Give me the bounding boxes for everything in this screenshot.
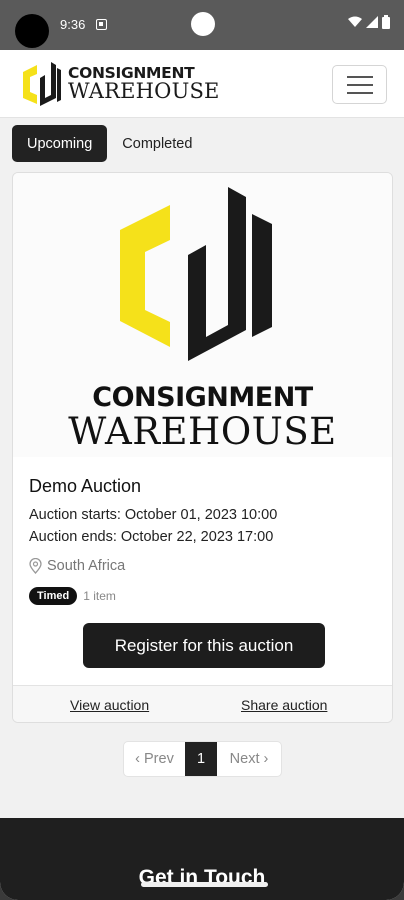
image-wordmark-line-1: CONSIGNMENT xyxy=(92,382,313,413)
app-screen: 9:36 CONSIGNMENT WAREHOUSE Upcoming Comp… xyxy=(0,0,404,900)
prev-page-button[interactable]: ‹ Prev xyxy=(124,742,185,776)
notification-icon xyxy=(96,19,107,30)
front-camera xyxy=(191,12,215,36)
register-button[interactable]: Register for this auction xyxy=(83,623,325,668)
auction-card: CONSIGNMENT WAREHOUSE Demo Auction Aucti… xyxy=(12,172,393,723)
auction-type-badge: Timed xyxy=(29,587,78,605)
contact-section: Get in Touch xyxy=(0,818,404,900)
map-pin-icon xyxy=(29,558,42,574)
site-logo[interactable]: CONSIGNMENT WAREHOUSE xyxy=(20,62,220,106)
cell-signal-icon xyxy=(366,16,378,28)
auction-title[interactable]: Demo Auction xyxy=(29,476,141,497)
status-time: 9:36 xyxy=(60,17,86,32)
system-icons xyxy=(348,15,390,29)
current-page-button[interactable]: 1 xyxy=(185,742,217,776)
next-page-button[interactable]: Next › xyxy=(217,742,281,776)
share-auction-link[interactable]: Share auction xyxy=(241,697,327,713)
view-auction-link[interactable]: View auction xyxy=(70,697,149,713)
home-indicator[interactable] xyxy=(141,882,268,887)
auction-start-date: Auction starts: October 01, 2023 10:00 xyxy=(29,507,278,523)
hamburger-bar xyxy=(346,83,373,86)
auction-location: South Africa xyxy=(29,558,125,574)
auction-end-date: Auction ends: October 22, 2023 17:00 xyxy=(29,529,274,545)
hamburger-bar xyxy=(346,91,373,94)
hamburger-menu-icon xyxy=(346,75,373,78)
auction-meta: Timed 1 item xyxy=(29,587,116,605)
hamburger-menu-button[interactable] xyxy=(332,65,387,104)
auction-image[interactable]: CONSIGNMENT WAREHOUSE xyxy=(13,173,392,457)
image-wordmark-line-2: WAREHOUSE xyxy=(68,410,337,453)
site-header: CONSIGNMENT WAREHOUSE xyxy=(0,50,404,118)
logo-line-2: WAREHOUSE xyxy=(68,78,220,103)
cw-logo-icon xyxy=(23,62,61,106)
cw-large-logo-icon xyxy=(120,187,272,361)
status-bar: 9:36 xyxy=(0,0,404,50)
battery-icon xyxy=(382,15,390,29)
auction-tabs: Upcoming Completed xyxy=(12,125,207,162)
camera-cutout xyxy=(15,14,49,48)
location-label: South Africa xyxy=(47,558,126,574)
wifi-icon xyxy=(348,16,362,27)
tab-upcoming[interactable]: Upcoming xyxy=(12,125,108,162)
card-footer: View auction Share auction xyxy=(13,685,392,722)
item-count: 1 item xyxy=(83,589,116,603)
pagination: ‹ Prev 1 Next › xyxy=(123,741,282,777)
tab-completed[interactable]: Completed xyxy=(107,125,207,162)
logo-wordmark: CONSIGNMENT WAREHOUSE xyxy=(68,66,220,102)
